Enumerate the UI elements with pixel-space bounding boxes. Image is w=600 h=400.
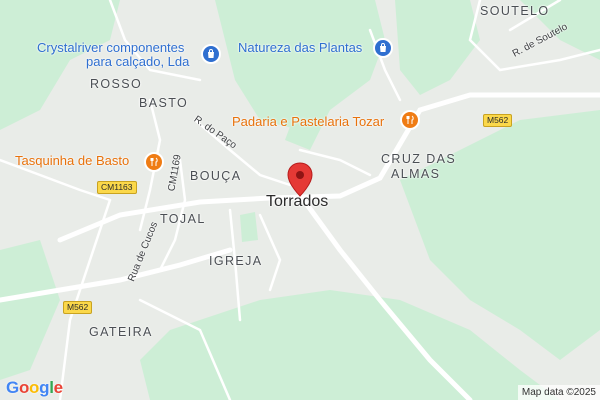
area-label-cruz-das-almas-2: ALMAS [391, 167, 441, 181]
area-label-basto: BASTO [139, 96, 189, 110]
shopping-bag-icon[interactable] [373, 38, 393, 58]
road-shield-m562: M562 [63, 301, 93, 315]
area-label-soutelo: SOUTELO [480, 4, 550, 18]
area-label-igreja: IGREJA [209, 254, 263, 268]
road-shield-cm1163: CM1163 [97, 181, 137, 195]
road-shield-m562: M562 [483, 114, 513, 128]
poi-label-padaria-tozar[interactable]: Padaria e Pastelaria Tozar [232, 115, 384, 128]
map-canvas[interactable]: Crystalriver componentes para calçado, L… [0, 0, 600, 400]
restaurant-icon[interactable] [400, 110, 420, 130]
restaurant-icon[interactable] [144, 152, 164, 172]
area-label-cruz-das-almas-1: CRUZ DAS [381, 152, 457, 166]
area-label-bouca: BOUÇA [190, 169, 242, 183]
area-label-tojal: TOJAL [160, 212, 206, 226]
map-attribution[interactable]: Map data ©2025 [517, 385, 600, 400]
poi-label-crystalriver[interactable]: Crystalriver componentes [37, 41, 184, 54]
location-pin-icon[interactable] [287, 162, 313, 198]
poi-label-crystalriver-line2[interactable]: para calçado, Lda [86, 55, 189, 68]
google-logo[interactable]: Google [6, 378, 63, 398]
area-label-gateira: GATEIRA [89, 325, 153, 339]
poi-label-tasquinha-de-basto[interactable]: Tasquinha de Basto [15, 154, 129, 167]
poi-label-natureza-das-plantas[interactable]: Natureza das Plantas [238, 41, 362, 54]
shopping-bag-icon[interactable] [201, 44, 221, 64]
area-label-rosso: ROSSO [90, 77, 143, 91]
